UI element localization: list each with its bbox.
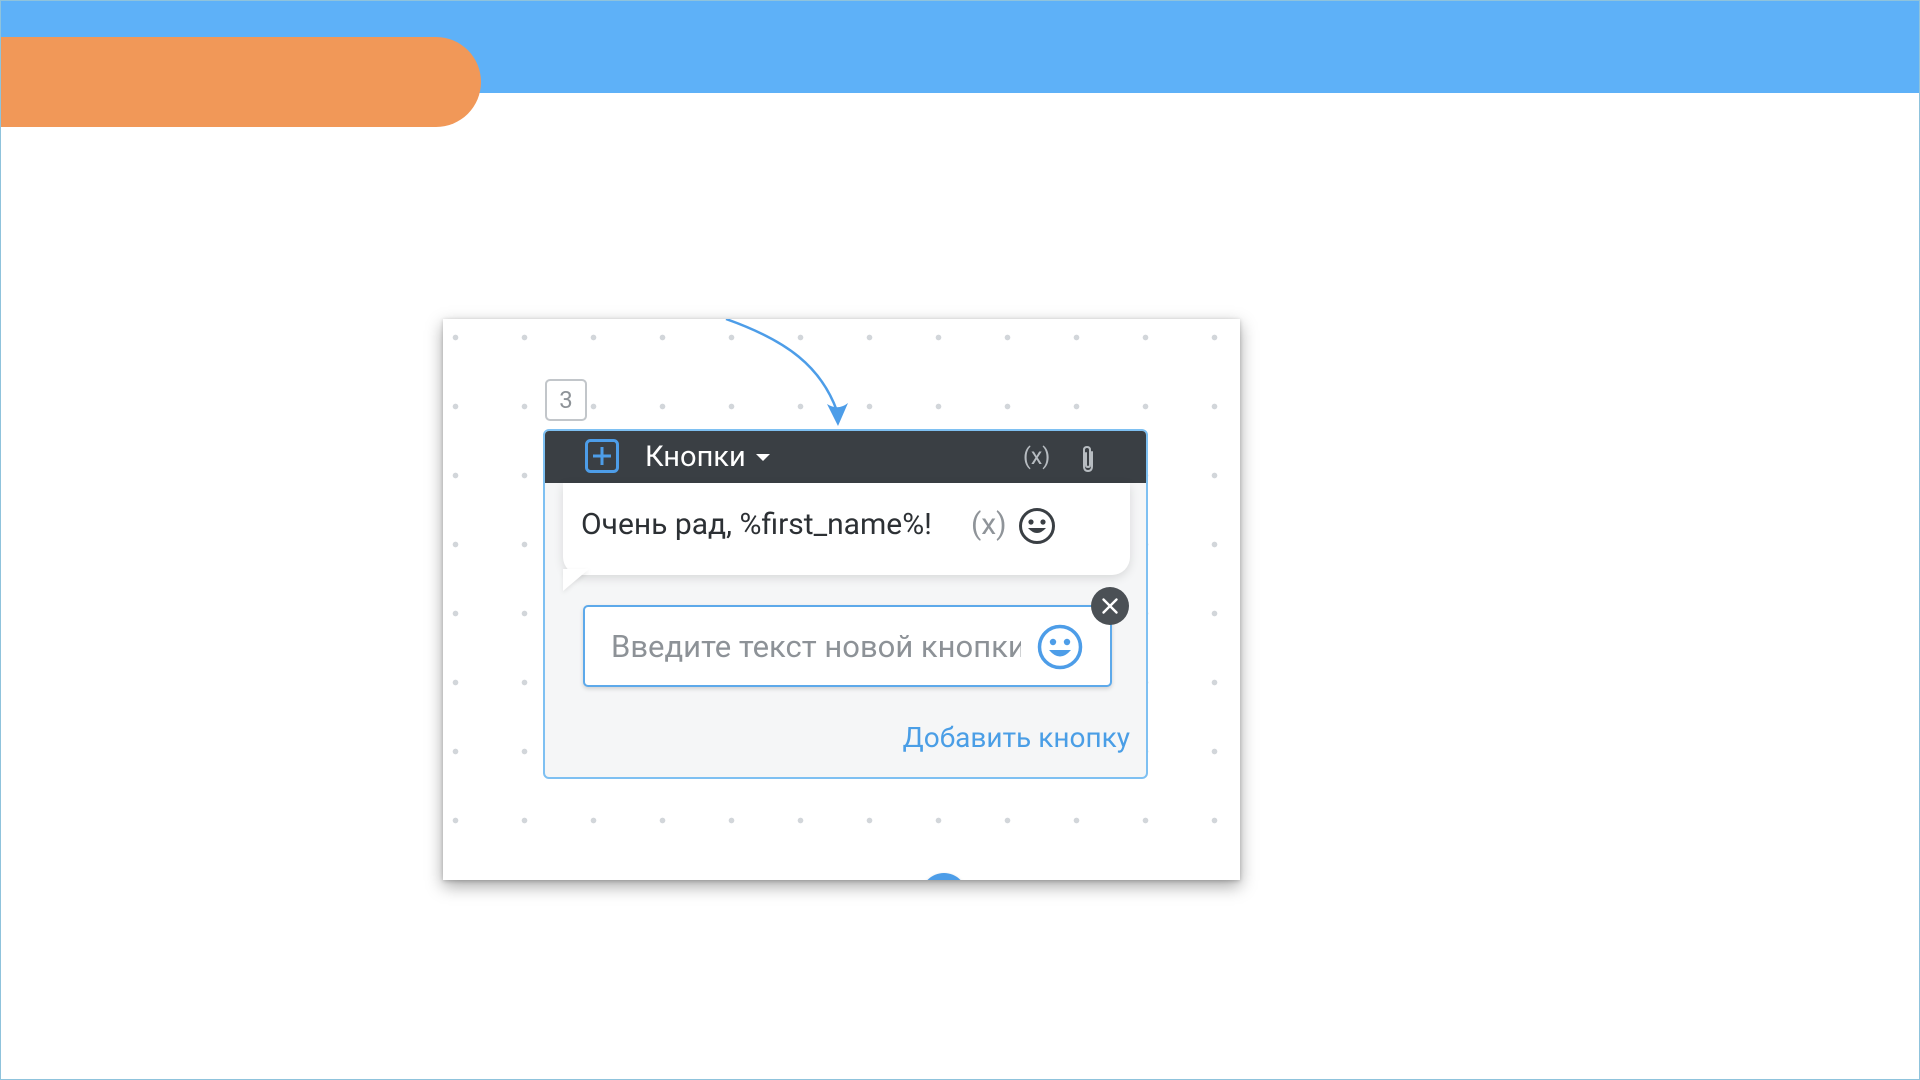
block-type-label: Кнопки [645,440,746,474]
block-header: Кнопки (x) [545,431,1146,483]
message-text[interactable]: Очень рад, %first_name%! [581,507,932,542]
bubble-tail [563,569,589,591]
button-text-input[interactable] [611,625,1021,667]
step-number-badge: 3 [545,379,587,421]
add-square-icon[interactable] [585,439,619,473]
insert-variable-button[interactable]: (x) [1023,431,1050,483]
buttons-block[interactable]: Кнопки (x) Очень рад, %first_name%! (x) [543,429,1148,880]
block-type-dropdown[interactable]: Кнопки [645,431,770,483]
smiley-icon[interactable] [1018,507,1056,545]
paperclip-icon[interactable] [1077,444,1099,474]
chevron-down-icon [755,453,770,461]
smiley-icon[interactable] [1036,623,1084,671]
message-bubble[interactable]: Очень рад, %first_name%! (x) [563,483,1130,575]
message-variable-button[interactable]: (x) [971,507,1007,542]
close-icon[interactable] [1091,587,1129,625]
title-tab [1,37,481,127]
flow-editor-canvas: 3 Кнопки (x) Очень рад, %first_name%! (x… [443,319,1240,880]
slide: 3 Кнопки (x) Очень рад, %first_name%! (x… [0,0,1920,1080]
add-button-link[interactable]: Добавить кнопку [903,721,1130,754]
plus-circle-icon[interactable] [921,873,967,880]
button-text-field[interactable] [583,605,1112,687]
